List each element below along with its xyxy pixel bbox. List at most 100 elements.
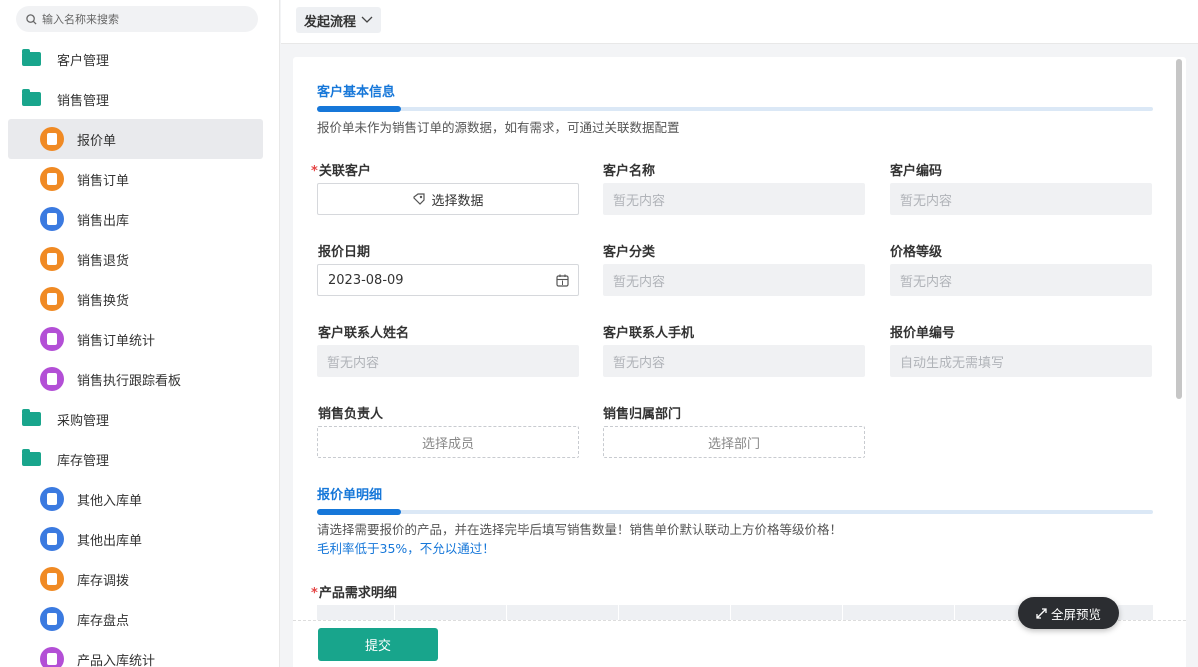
fullscreen-preview-label: 全屏预览 bbox=[1050, 606, 1101, 622]
search-placeholder: 输入名称来搜索 bbox=[42, 13, 119, 26]
sidebar-item-label: 产品入库统计 bbox=[77, 653, 156, 667]
sidebar-item[interactable]: 销售换货 bbox=[0, 279, 279, 319]
document-glyph bbox=[47, 173, 57, 185]
section-title-basic: 客户基本信息 bbox=[317, 85, 396, 100]
sidebar-item[interactable]: 其他出库单 bbox=[0, 519, 279, 559]
sidebar: 输入名称来搜索 客户管理销售管理报价单销售订单销售出库 销售退货销售换货销售订单统… bbox=[0, 0, 280, 667]
calendar-icon[interactable] bbox=[556, 274, 569, 287]
price-level-field: 暂无内容 bbox=[890, 264, 1152, 296]
sidebar-item[interactable]: 销售订单统计 bbox=[0, 319, 279, 359]
margin-warning: 毛利率低于35%，不允以通过！ bbox=[317, 541, 495, 556]
sidebar-item[interactable]: 销售出库 bbox=[0, 199, 279, 239]
sidebar-group[interactable]: 库存管理 bbox=[0, 439, 279, 479]
contact-name-field: 暂无内容 bbox=[317, 345, 579, 377]
customer-code-label: 客户编码 bbox=[890, 164, 943, 179]
sidebar-group[interactable]: 客户管理 bbox=[0, 39, 279, 79]
search-input[interactable]: 输入名称来搜索 bbox=[16, 6, 258, 32]
sidebar-item[interactable]: 报价单 bbox=[8, 119, 263, 159]
product-detail-label: *产品需求明细 bbox=[311, 582, 397, 601]
link-icon bbox=[413, 193, 426, 205]
form-app-icon bbox=[40, 127, 64, 151]
document-glyph bbox=[47, 253, 57, 265]
sidebar-item[interactable]: 库存调拨 bbox=[0, 559, 279, 599]
sidebar-item-label: 客户管理 bbox=[57, 53, 110, 69]
document-glyph bbox=[47, 573, 57, 585]
sidebar-item[interactable]: 销售订单 bbox=[0, 159, 279, 199]
sidebar-item[interactable]: 其他入库单 bbox=[0, 479, 279, 519]
document-glyph bbox=[47, 533, 57, 545]
chevron-down-icon bbox=[361, 16, 373, 23]
customer-name-label: 客户名称 bbox=[603, 164, 656, 179]
select-data-button[interactable]: 选择数据 bbox=[317, 183, 579, 215]
submit-button[interactable]: 提交 bbox=[318, 628, 438, 661]
related-customer-label: *关联客户 bbox=[311, 160, 371, 179]
form-app-icon bbox=[40, 567, 64, 591]
fullscreen-preview-button[interactable]: 全屏预览 bbox=[1018, 597, 1119, 629]
form-app-icon bbox=[40, 647, 64, 667]
form-app-icon bbox=[40, 607, 64, 631]
quote-date-input[interactable]: 2023-08-09 bbox=[317, 264, 579, 296]
form-app-icon bbox=[40, 247, 64, 271]
sidebar-item-label: 销售换货 bbox=[77, 293, 130, 309]
customer-name-field: 暂无内容 bbox=[603, 183, 865, 215]
sidebar-item[interactable]: 产品入库统计 bbox=[0, 639, 279, 667]
start-flow-button[interactable]: 发起流程 bbox=[296, 7, 382, 33]
sidebar-item-label: 其他入库单 bbox=[77, 493, 143, 509]
document-glyph bbox=[47, 213, 57, 225]
folder-icon bbox=[22, 449, 41, 466]
section-title-detail: 报价单明细 bbox=[317, 488, 383, 503]
sidebar-item-label: 采购管理 bbox=[57, 413, 110, 429]
contact-phone-label: 客户联系人手机 bbox=[603, 326, 695, 341]
sidebar-item-label: 销售管理 bbox=[57, 93, 110, 109]
document-glyph bbox=[47, 373, 57, 385]
form-app-icon bbox=[40, 487, 64, 511]
form-app-icon bbox=[40, 207, 64, 231]
sidebar-item[interactable]: 销售执行跟踪看板 bbox=[0, 359, 279, 399]
sidebar-item-label: 库存调拨 bbox=[77, 573, 130, 589]
section-divider bbox=[317, 509, 1153, 515]
sidebar-item-label: 销售订单统计 bbox=[77, 333, 156, 349]
document-glyph bbox=[47, 493, 57, 505]
sales-dept-label: 销售归属部门 bbox=[603, 407, 682, 422]
quote-number-field: 自动生成无需填写 bbox=[890, 345, 1152, 377]
select-data-label: 选择数据 bbox=[431, 193, 484, 209]
sidebar-group[interactable]: 销售管理 bbox=[0, 79, 279, 119]
quote-date-label: 报价日期 bbox=[318, 245, 371, 260]
sidebar-item-label: 销售订单 bbox=[77, 173, 130, 189]
document-glyph bbox=[47, 333, 57, 345]
form-app-icon bbox=[40, 167, 64, 191]
select-member-button[interactable]: 选择成员 bbox=[317, 426, 579, 458]
quote-number-label: 报价单编号 bbox=[890, 326, 956, 341]
sidebar-item-label: 库存管理 bbox=[57, 453, 110, 469]
select-department-button[interactable]: 选择部门 bbox=[603, 426, 865, 458]
folder-icon bbox=[22, 49, 41, 66]
required-mark: * bbox=[311, 164, 318, 179]
folder-icon bbox=[22, 89, 41, 106]
sidebar-nav: 客户管理销售管理报价单销售订单销售出库 销售退货销售换货销售订单统计销售执行跟踪看… bbox=[0, 39, 279, 667]
sidebar-item-label: 其他出库单 bbox=[77, 533, 143, 549]
sidebar-item[interactable]: 库存盘点 bbox=[0, 599, 279, 639]
price-level-label: 价格等级 bbox=[890, 245, 943, 260]
form-app-icon bbox=[40, 527, 64, 551]
form-app-icon bbox=[40, 327, 64, 351]
expand-icon bbox=[1036, 607, 1047, 619]
top-bar: 发起流程 bbox=[281, 0, 1198, 44]
scrollbar[interactable] bbox=[1176, 59, 1182, 399]
document-glyph bbox=[47, 133, 57, 145]
sidebar-group[interactable]: 采购管理 bbox=[0, 399, 279, 439]
required-mark: * bbox=[311, 586, 318, 601]
customer-code-field: 暂无内容 bbox=[890, 183, 1152, 215]
detail-hint: 请选择需要报价的产品，并在选择完毕后填写销售数量！销售单价默认联动上方价格等级价… bbox=[317, 522, 843, 537]
contact-phone-field: 暂无内容 bbox=[603, 345, 865, 377]
contact-name-label: 客户联系人姓名 bbox=[318, 326, 410, 341]
form-app-icon bbox=[40, 287, 64, 311]
sidebar-item-label: 报价单 bbox=[77, 133, 117, 149]
sidebar-item[interactable]: 销售退货 bbox=[0, 239, 279, 279]
form-card: 客户基本信息 报价单未作为销售订单的源数据，如有需求，可通过关联数据配置 *关联… bbox=[293, 57, 1186, 667]
related-customer-text: 关联客户 bbox=[318, 164, 371, 179]
sidebar-item-label: 库存盘点 bbox=[77, 613, 130, 629]
sidebar-item-label: 销售执行跟踪看板 bbox=[77, 373, 182, 389]
folder-icon bbox=[22, 409, 41, 426]
document-glyph bbox=[47, 653, 57, 665]
sales-owner-label: 销售负责人 bbox=[318, 407, 384, 422]
